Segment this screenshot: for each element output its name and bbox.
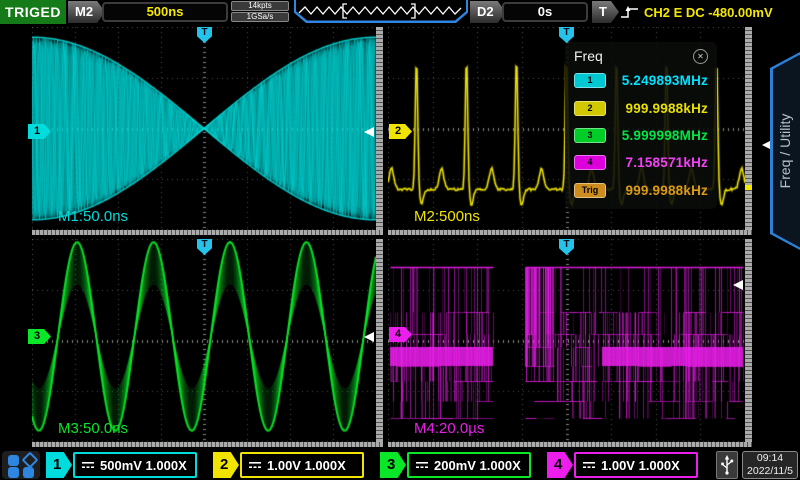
waveform-panel-m1: 1 T M1:50.0ns bbox=[32, 27, 383, 235]
apps-menu-icon[interactable] bbox=[2, 451, 40, 479]
right-sidebar: Freq / Utility bbox=[770, 24, 800, 450]
channel-4-number: 4 bbox=[547, 452, 573, 478]
date: 2022/11/5 bbox=[743, 465, 797, 478]
rising-edge-icon bbox=[620, 4, 640, 20]
bottom-scale-ruler bbox=[388, 230, 752, 235]
channel-2-settings[interactable]: 2 1.00V 1.000X bbox=[213, 452, 364, 478]
freq-measure-panel: Freq ✕ 1 5.249893MHz 2 999.9988kHz 3 5.9… bbox=[565, 42, 717, 209]
channel-1-scale: 500mV 1.000X bbox=[100, 458, 187, 473]
tab-freq-utility[interactable]: Freq / Utility bbox=[770, 52, 800, 250]
trigger-level-arrow[interactable] bbox=[733, 280, 743, 290]
waveform-area: 1 T M1:50.0ns 2 T M2:500ns Freq ✕ 1 bbox=[0, 24, 800, 450]
freq-value-ch1: 5.249893MHz bbox=[622, 73, 708, 88]
freq-row-ch3: 3 5.999998MHz bbox=[574, 122, 708, 149]
timebase-label-m4: M4:20.0µs bbox=[414, 420, 484, 437]
trigger-menu-button[interactable]: T bbox=[592, 1, 619, 23]
channel-1-settings[interactable]: 1 500mV 1.000X bbox=[46, 452, 197, 478]
trig-badge: Trig bbox=[574, 183, 606, 198]
right-scale-ruler bbox=[745, 27, 752, 230]
timebase-value[interactable]: 500ns bbox=[102, 2, 228, 22]
trigger-level-tick bbox=[745, 185, 752, 190]
top-bar: TRIGED M2 500ns 14kpts 1GSa/s D2 0s T CH bbox=[0, 0, 800, 24]
delay-menu-button[interactable]: D2 bbox=[470, 1, 506, 23]
clock: 09:14 2022/11/5 bbox=[742, 451, 798, 479]
trigger-status-badge: TRIGED bbox=[0, 0, 66, 24]
preview-zigzag-icon bbox=[297, 0, 465, 20]
usb-status-icon bbox=[716, 451, 738, 479]
freq-value-ch2: 999.9988kHz bbox=[625, 101, 708, 116]
freq-row-trig: Trig 999.9988kHz bbox=[574, 177, 708, 204]
close-icon[interactable]: ✕ bbox=[693, 49, 708, 64]
bottom-bar: 1 500mV 1.000X 2 1.00V 1.000X 3 bbox=[0, 450, 800, 480]
freq-row-ch1: 1 5.249893MHz bbox=[574, 67, 708, 94]
waveform-panel-m2: 2 T M2:500ns Freq ✕ 1 5.249893MHz 2 999.… bbox=[388, 27, 752, 235]
channel-2-number: 2 bbox=[213, 452, 239, 478]
dc-coupling-icon bbox=[248, 460, 262, 470]
acquisition-info: 14kpts 1GSa/s bbox=[231, 1, 289, 23]
timebase-label-m3: M3:50.0ns bbox=[58, 420, 128, 437]
trigger-settings-text: CH2 E DC -480.00mV bbox=[644, 5, 773, 20]
channel-3-badge: 3 bbox=[574, 128, 606, 143]
right-scale-ruler bbox=[376, 27, 383, 230]
waveform-panel-m4: 4 T M4:20.0µs bbox=[388, 239, 752, 447]
freq-row-ch4: 4 7.158571kHz bbox=[574, 149, 708, 176]
timebase-label-m2: M2:500ns bbox=[414, 208, 480, 225]
right-scale-ruler bbox=[745, 239, 752, 442]
timebase-menu-button[interactable]: M2 bbox=[68, 1, 105, 23]
dc-coupling-icon bbox=[582, 460, 596, 470]
time: 09:14 bbox=[743, 452, 797, 465]
channel-3-scale: 200mV 1.000X bbox=[434, 458, 521, 473]
channel-3-settings[interactable]: 3 200mV 1.000X bbox=[380, 452, 531, 478]
trigger-level-arrow[interactable] bbox=[364, 127, 374, 137]
channel-4-settings[interactable]: 4 1.00V 1.000X bbox=[547, 452, 698, 478]
dc-coupling-icon bbox=[415, 460, 429, 470]
tab-freq-utility-label: Freq / Utility bbox=[777, 114, 793, 189]
delay-value[interactable]: 0s bbox=[502, 2, 588, 22]
trigger-info[interactable]: CH2 E DC -480.00mV bbox=[620, 0, 773, 24]
freq-panel-title: Freq bbox=[574, 48, 603, 64]
trigger-level-arrow[interactable] bbox=[364, 332, 374, 342]
memory-depth: 14kpts bbox=[231, 1, 289, 11]
oscilloscope-screen: TRIGED M2 500ns 14kpts 1GSa/s D2 0s T CH bbox=[0, 0, 800, 480]
dc-coupling-icon bbox=[81, 460, 95, 470]
bottom-scale-ruler bbox=[32, 442, 383, 447]
freq-value-ch4: 7.158571kHz bbox=[625, 155, 708, 170]
freq-value-ch3: 5.999998MHz bbox=[622, 128, 708, 143]
freq-value-trig: 999.9988kHz bbox=[625, 183, 708, 198]
channel-3-number: 3 bbox=[380, 452, 406, 478]
bottom-scale-ruler bbox=[32, 230, 383, 235]
channel-1-number: 1 bbox=[46, 452, 72, 478]
waveform-preview[interactable] bbox=[294, 0, 468, 23]
freq-row-ch2: 2 999.9988kHz bbox=[574, 94, 708, 121]
sample-rate: 1GSa/s bbox=[231, 12, 289, 22]
channel-2-badge: 2 bbox=[574, 101, 606, 116]
bottom-scale-ruler bbox=[388, 442, 752, 447]
waveform-panel-m3: 3 T M3:50.0ns bbox=[32, 239, 383, 447]
channel-4-scale: 1.00V 1.000X bbox=[601, 458, 680, 473]
channel-4-badge: 4 bbox=[574, 155, 606, 170]
channel-2-scale: 1.00V 1.000X bbox=[267, 458, 346, 473]
waveform-canvas-ch3 bbox=[32, 239, 376, 442]
channel-1-badge: 1 bbox=[574, 73, 606, 88]
timebase-label-m1: M1:50.0ns bbox=[58, 208, 128, 225]
diamond-icon bbox=[22, 452, 39, 469]
right-scale-ruler bbox=[376, 239, 383, 442]
waveform-canvas-ch4 bbox=[388, 239, 745, 442]
waveform-canvas-ch1 bbox=[32, 27, 376, 230]
